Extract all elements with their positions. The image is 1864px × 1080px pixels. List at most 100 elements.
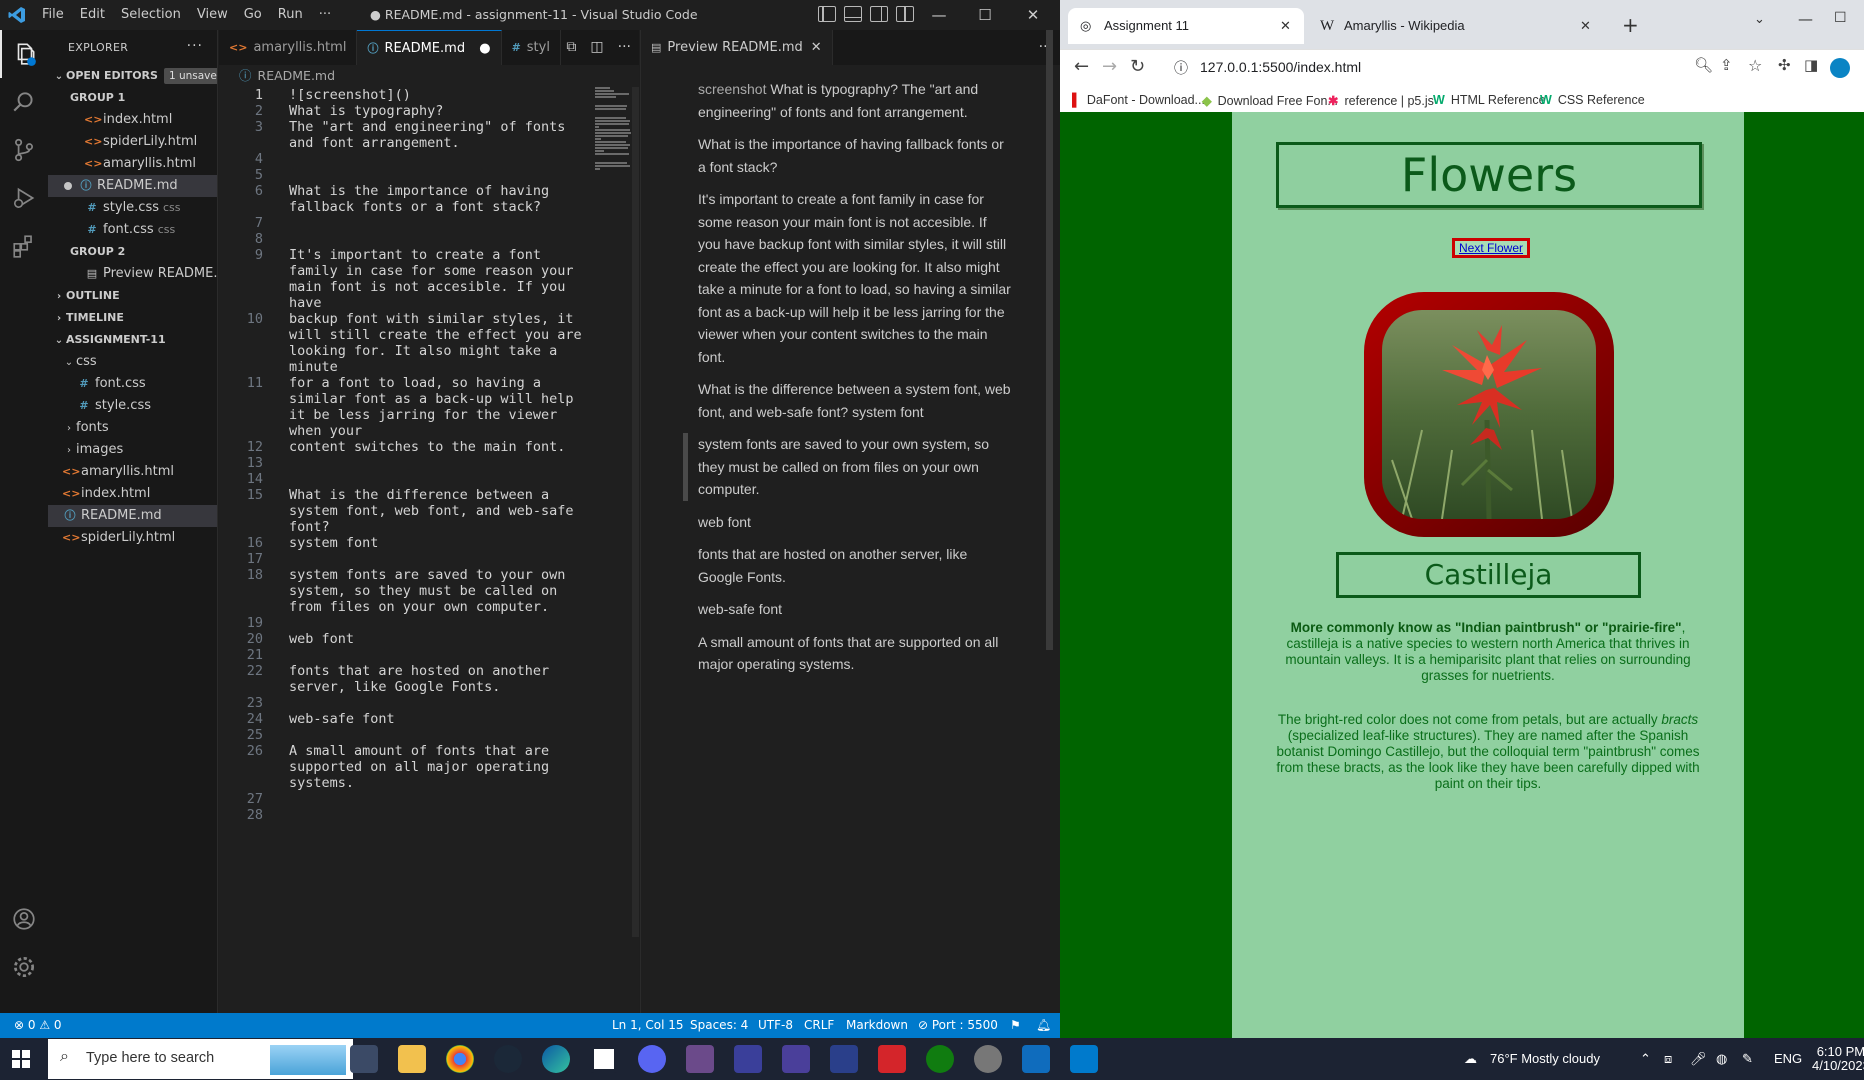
preview-scrollbar[interactable]: [1046, 30, 1053, 650]
language-status[interactable]: Markdown: [846, 1013, 908, 1038]
close-tab-icon[interactable]: ✕: [1280, 8, 1291, 44]
address-bar[interactable]: ⓘ 127.0.0.1:5500/index.html: [1160, 52, 1720, 84]
menu-view[interactable]: View: [189, 0, 236, 30]
bookmark-css-ref[interactable]: W CSS Reference: [1540, 93, 1645, 107]
editor-scrollbar[interactable]: [632, 87, 639, 937]
app-icon[interactable]: [974, 1045, 1002, 1073]
game-icon[interactable]: [782, 1045, 810, 1073]
microphone-icon[interactable]: 🎤︎: [1690, 1038, 1707, 1080]
tab-search-chevron-icon[interactable]: ⌄: [1754, 12, 1765, 27]
tab-amaryllis[interactable]: <> amaryllis.html: [219, 30, 358, 65]
browser-tab-assignment[interactable]: ◎ Assignment 11 ✕: [1068, 8, 1304, 44]
timeline-section[interactable]: › TIMELINE: [48, 307, 217, 329]
discord-icon[interactable]: [638, 1045, 666, 1073]
taskbar-search-box[interactable]: ⌕ Type here to search: [48, 1039, 353, 1079]
tree-file[interactable]: # style.css: [48, 395, 217, 417]
language-indicator[interactable]: ENG: [1774, 1038, 1802, 1080]
site-info-icon[interactable]: ⓘ: [1174, 58, 1188, 78]
group-2-label[interactable]: GROUP 2: [48, 241, 217, 263]
weather-cloud-icon[interactable]: ☁: [1464, 1038, 1477, 1080]
menu-go[interactable]: Go: [236, 0, 270, 30]
browser-maximize-button[interactable]: ☐: [1834, 10, 1847, 26]
notifications-bell-icon[interactable]: 🔔︎: [1036, 1013, 1051, 1038]
live-server-port[interactable]: ⊘ Port : 5500: [918, 1013, 998, 1038]
tab-preview-readme[interactable]: ▤ Preview README.md ✕: [641, 30, 833, 65]
project-section[interactable]: ⌄ ASSIGNMENT-11: [48, 329, 217, 351]
game-icon[interactable]: [734, 1045, 762, 1073]
tree-file[interactable]: # font.css: [48, 373, 217, 395]
outline-section[interactable]: › OUTLINE: [48, 285, 217, 307]
dirty-indicator-icon[interactable]: ●: [479, 41, 490, 56]
windows-start-icon[interactable]: [12, 1050, 30, 1068]
toggle-secondary-sidebar-icon[interactable]: [870, 6, 888, 22]
mail-icon[interactable]: [1022, 1045, 1050, 1073]
source-control-icon[interactable]: [0, 126, 48, 174]
feedback-icon[interactable]: ⚑: [1010, 1013, 1021, 1038]
group-1-label[interactable]: GROUP 1: [48, 87, 217, 109]
menu-run[interactable]: Run: [270, 0, 311, 30]
tree-folder[interactable]: ⌄ css: [48, 351, 217, 373]
open-editors-section[interactable]: ⌄OPEN EDITORS 1 unsaved: [48, 65, 217, 87]
share-icon[interactable]: ⇪: [1720, 56, 1733, 74]
more-actions-icon[interactable]: ···: [618, 30, 631, 65]
split-editor-icon[interactable]: ◫: [590, 30, 603, 65]
tab-style[interactable]: # styl: [502, 30, 561, 65]
toggle-sidebar-icon[interactable]: [818, 6, 836, 22]
edge-icon[interactable]: [542, 1045, 570, 1073]
task-view-icon[interactable]: [350, 1045, 378, 1073]
menu-file[interactable]: File: [34, 0, 72, 30]
bookmark-star-icon[interactable]: ☆: [1748, 56, 1762, 75]
clock[interactable]: 6:10 PM4/10/2023: [1812, 1045, 1864, 1073]
search-icon[interactable]: [0, 78, 48, 126]
settings-gear-icon[interactable]: [0, 943, 48, 991]
menu-edit[interactable]: Edit: [72, 0, 113, 30]
side-panel-icon[interactable]: ◨: [1804, 56, 1818, 74]
twitch-icon[interactable]: [590, 1045, 618, 1073]
open-editor-item[interactable]: <>amaryllis.html: [48, 153, 217, 175]
open-editor-item-readme[interactable]: ⓘ README.md: [48, 175, 217, 197]
menu-more[interactable]: ···: [311, 0, 339, 30]
toggle-panel-icon[interactable]: [844, 6, 862, 22]
vscode-taskbar-icon[interactable]: [1070, 1045, 1098, 1073]
game-icon[interactable]: [830, 1045, 858, 1073]
close-button[interactable]: ✕: [1010, 0, 1056, 30]
forward-arrow-icon[interactable]: →: [1102, 56, 1117, 77]
close-tab-icon[interactable]: ✕: [811, 40, 822, 55]
browser-minimize-button[interactable]: —: [1798, 10, 1813, 28]
tree-folder[interactable]: › fonts: [48, 417, 217, 439]
zoom-icon[interactable]: 🔍︎: [1694, 56, 1713, 74]
eol-status[interactable]: CRLF: [804, 1013, 834, 1038]
tree-file[interactable]: <>amaryllis.html: [48, 461, 217, 483]
xbox-icon[interactable]: [926, 1045, 954, 1073]
adobe-icon[interactable]: [878, 1045, 906, 1073]
bookmark-fontsdl[interactable]: ◆ Download Free Fon...: [1202, 93, 1338, 108]
open-editor-item[interactable]: # font.css css: [48, 219, 217, 241]
tray-chevron-icon[interactable]: ⌃: [1640, 1038, 1651, 1080]
new-tab-button[interactable]: +: [1622, 13, 1639, 37]
close-tab-icon[interactable]: ✕: [1580, 8, 1591, 44]
open-editor-item[interactable]: <>spiderLily.html: [48, 131, 217, 153]
next-flower-link[interactable]: Next Flower: [1452, 238, 1531, 258]
tray-devices-icon[interactable]: ⧈: [1664, 1038, 1672, 1080]
tree-folder[interactable]: › images: [48, 439, 217, 461]
open-preview-icon[interactable]: ⧉: [566, 30, 576, 65]
file-explorer-icon[interactable]: [398, 1045, 426, 1073]
encoding-status[interactable]: UTF-8: [758, 1013, 793, 1038]
cursor-position[interactable]: Ln 1, Col 15: [612, 1013, 684, 1038]
breadcrumb[interactable]: ⓘ README.md: [219, 65, 639, 87]
pen-icon[interactable]: ✎: [1742, 1038, 1753, 1080]
network-icon[interactable]: ◍: [1716, 1038, 1727, 1080]
extensions-puzzle-icon[interactable]: ✣: [1778, 56, 1791, 74]
explorer-more-icon[interactable]: ···: [187, 38, 203, 54]
extensions-icon[interactable]: [0, 222, 48, 270]
menu-selection[interactable]: Selection: [113, 0, 189, 30]
reload-icon[interactable]: ↻: [1130, 56, 1145, 77]
open-editor-item[interactable]: # style.css css: [48, 197, 217, 219]
open-editor-item[interactable]: ▤ Preview README.md: [48, 263, 217, 285]
indentation-status[interactable]: Spaces: 4: [690, 1013, 748, 1038]
tab-readme[interactable]: ⓘ README.md ●: [357, 30, 502, 65]
weather-status[interactable]: 76°F Mostly cloudy: [1490, 1038, 1600, 1080]
bookmark-p5js[interactable]: ✱ reference | p5.js: [1328, 93, 1434, 108]
tree-file[interactable]: <>index.html: [48, 483, 217, 505]
tree-file[interactable]: ⓘ README.md: [48, 505, 217, 527]
